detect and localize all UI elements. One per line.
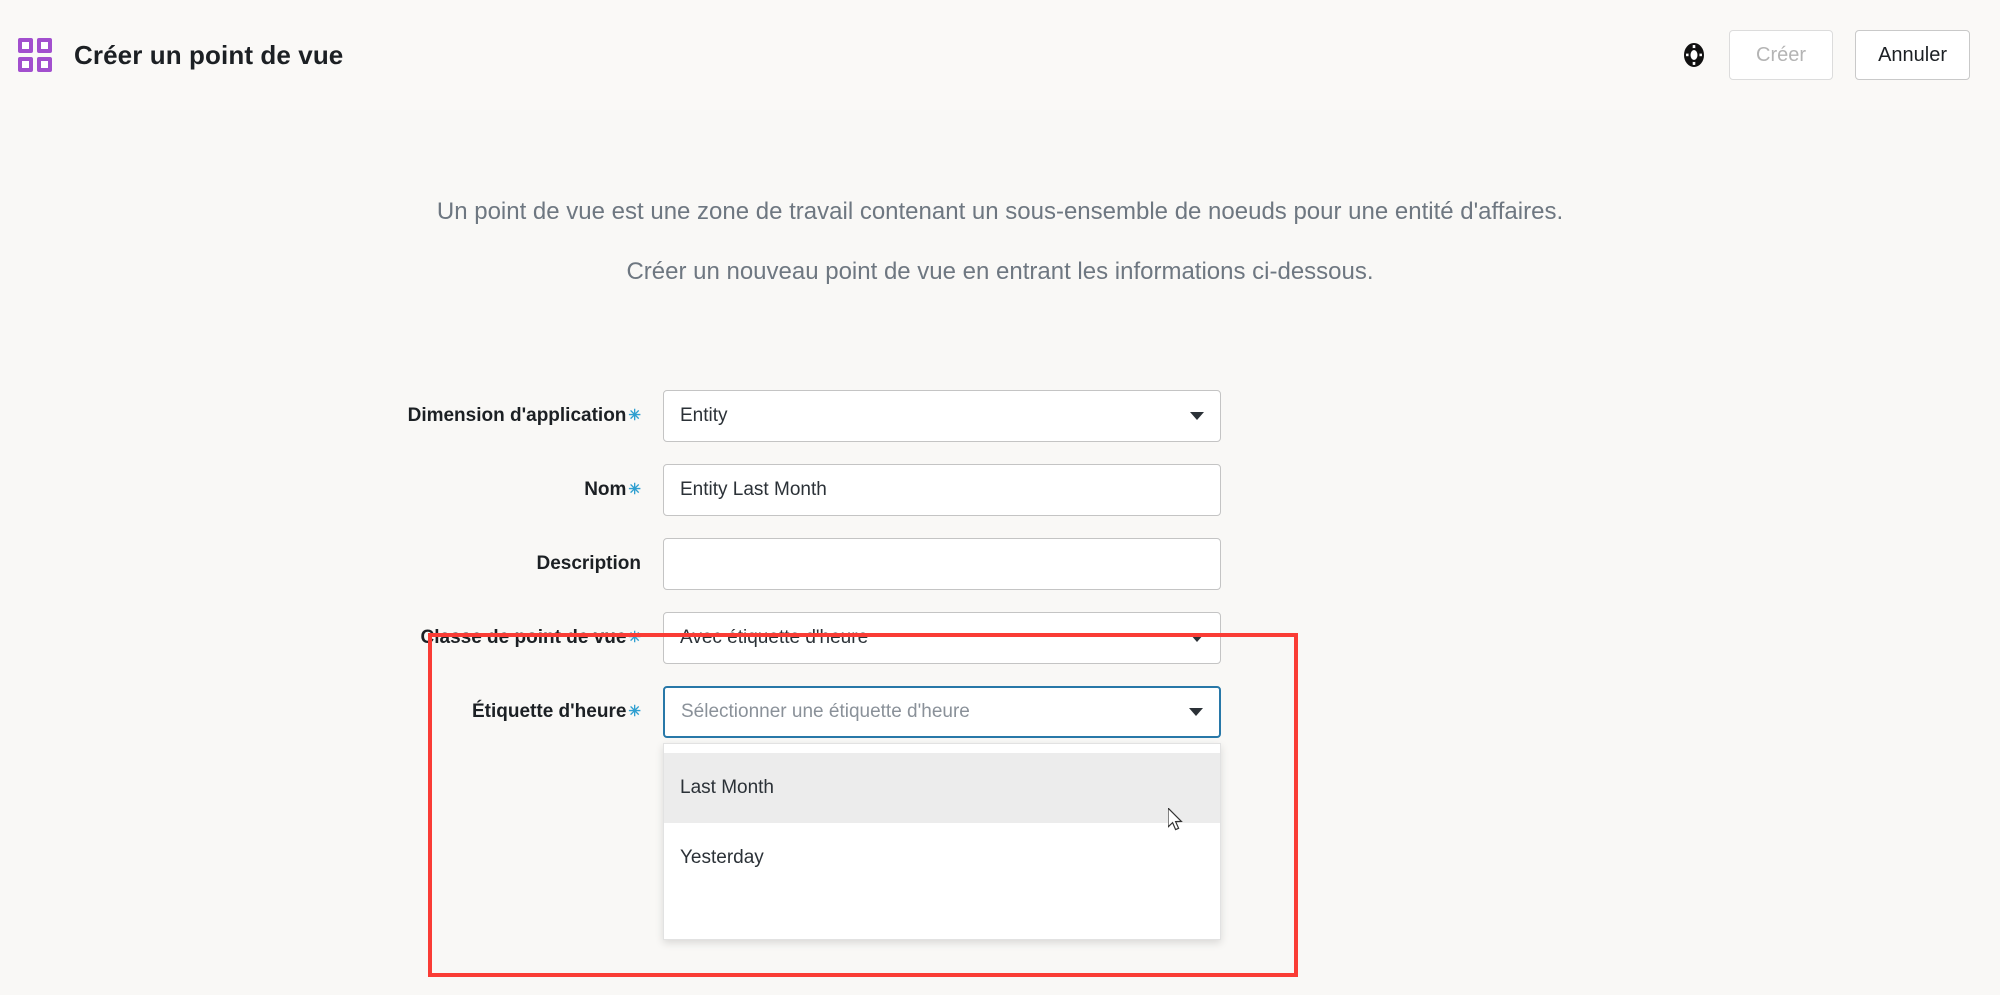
cancel-button[interactable]: Annuler: [1855, 30, 1970, 80]
chevron-down-icon: [1189, 708, 1203, 716]
header-actions: Créer Annuler: [1681, 30, 1970, 80]
help-circle-icon[interactable]: [1681, 42, 1707, 68]
intro-line-1: Un point de vue est une zone de travail …: [436, 198, 1564, 225]
control-application-dimension: Entity: [663, 390, 1221, 442]
required-marker-viewpoint-class: ✳: [628, 629, 641, 646]
label-viewpoint-class-text: Classe de point de vue: [420, 627, 627, 648]
label-name: Nom ✳: [0, 464, 663, 516]
select-time-label-placeholder: Sélectionner une étiquette d'heure: [681, 701, 970, 722]
field-row-viewpoint-class: Classe de point de vue ✳ Avec étiquette d…: [0, 612, 2000, 664]
control-description: [663, 538, 1221, 590]
select-viewpoint-class[interactable]: Avec étiquette d'heure: [663, 612, 1221, 664]
intro-line-2: Créer un nouveau point de vue en entrant…: [626, 258, 1374, 285]
label-time-label-text: Étiquette d'heure: [472, 701, 627, 722]
dropdown-option-last-month[interactable]: Last Month: [664, 753, 1220, 823]
app-header: Créer un point de vue Créer Annuler: [0, 0, 2000, 110]
label-description-text: Description: [536, 553, 641, 574]
page-title: Créer un point de vue: [74, 39, 344, 70]
header-left-group: Créer un point de vue: [18, 38, 1681, 72]
grid-squares-icon: [18, 38, 52, 72]
description-input[interactable]: [663, 538, 1221, 590]
field-row-name: Nom ✳ Entity Last Month: [0, 464, 2000, 516]
required-marker-application-dimension: ✳: [628, 407, 641, 424]
control-viewpoint-class: Avec étiquette d'heure: [663, 612, 1221, 664]
control-time-label: Sélectionner une étiquette d'heure Last …: [663, 686, 1221, 940]
label-name-text: Nom: [584, 479, 627, 500]
label-description: Description: [0, 538, 663, 590]
select-time-label[interactable]: Sélectionner une étiquette d'heure: [663, 686, 1221, 738]
chevron-down-icon: [1190, 412, 1204, 420]
label-application-dimension: Dimension d'application ✳: [0, 390, 663, 442]
intro-text-block: Un point de vue est une zone de travail …: [0, 200, 2000, 284]
field-row-description: Description: [0, 538, 2000, 590]
field-row-time-label: Étiquette d'heure ✳ Sélectionner une étiq…: [0, 686, 2000, 940]
select-application-dimension-value: Entity: [680, 405, 728, 426]
control-name: Entity Last Month: [663, 464, 1221, 516]
select-viewpoint-class-value: Avec étiquette d'heure: [680, 627, 869, 648]
label-time-label: Étiquette d'heure ✳: [0, 686, 663, 738]
field-row-application-dimension: Dimension d'application ✳ Entity: [0, 390, 2000, 442]
create-viewpoint-form: Dimension d'application ✳ Entity Nom ✳ Ent…: [0, 390, 2000, 940]
chevron-down-icon: [1190, 634, 1204, 642]
required-marker-time-label: ✳: [628, 703, 641, 720]
name-input-value: Entity Last Month: [680, 479, 827, 500]
create-button[interactable]: Créer: [1729, 30, 1834, 80]
name-input[interactable]: Entity Last Month: [663, 464, 1221, 516]
select-application-dimension[interactable]: Entity: [663, 390, 1221, 442]
required-marker-name: ✳: [628, 481, 641, 498]
dropdown-option-yesterday[interactable]: Yesterday: [664, 823, 1220, 893]
label-application-dimension-text: Dimension d'application: [407, 405, 627, 426]
label-viewpoint-class: Classe de point de vue ✳: [0, 612, 663, 664]
time-label-dropdown-menu: Last Month Yesterday: [663, 743, 1221, 940]
